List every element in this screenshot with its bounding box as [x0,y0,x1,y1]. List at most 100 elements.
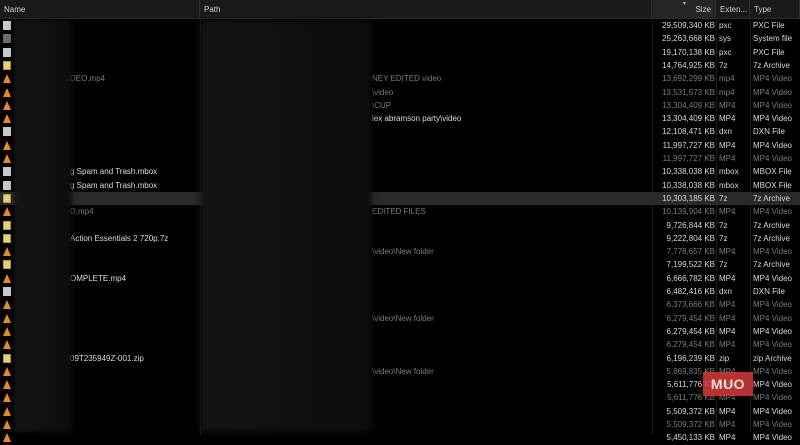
file-size-cell: 13,531,573 KB [662,87,715,97]
vlc-icon [3,114,11,124]
column-header: Name Path ▼ Size Exten... Type [0,0,800,19]
vlc-icon [3,140,11,150]
table-row[interactable]: 7,199,522 KB 7z 7z Archive [0,258,800,271]
file-size-cell: 9,726,844 KB [666,220,715,230]
file-extension-cell: MP4 [719,247,736,257]
table-row[interactable]: 5,611,776 KBMP4MP4 Video [0,391,800,404]
file-type-cell: MP4 Video [753,74,792,84]
table-row[interactable]: 19,170,138 KB pxc PXC File [0,46,800,59]
file-size-cell: 13,692,299 KB [662,74,715,84]
file-size-cell: 6,279,454 KB [666,313,715,323]
file-path-cell: \video [372,87,394,97]
table-row[interactable]: 6,279,454 KB MP4 MP4 Video [0,338,800,351]
column-header-name[interactable]: Name [0,0,200,18]
file-type-cell: MP4 Video [753,340,792,350]
document-icon [3,287,11,296]
file-type-cell: MP4 Video [753,380,792,390]
file-name-cell: 09T235949Z-001.zip [70,353,144,363]
table-row[interactable]: 5,611,776 KBMP4MP4 Video [0,378,800,391]
file-size-cell: 5,509,372 KB [666,406,715,416]
table-row[interactable]: \video 13,531,573 KB mp4 MP4 Video [0,86,800,99]
vlc-icon [3,313,11,323]
file-extension-cell: MP4 [719,114,736,124]
column-header-extension[interactable]: Exten... [716,0,750,18]
file-type-cell: MP4 Video [753,420,792,429]
column-header-size[interactable]: ▼ Size [652,0,716,18]
file-type-cell: MP4 Video [753,154,792,163]
table-row[interactable]: lex abramson party\video 13,304,409 KB MP4… [0,112,800,125]
file-type-cell: MP4 Video [753,247,792,257]
column-header-path[interactable]: Path [200,0,652,18]
table-row[interactable]: Action Essentials 2 720p.7z 9,222,804 KB 7… [0,232,800,245]
file-type-cell: MP4 Video [753,326,792,336]
table-row[interactable]: 29,509,340 KB pxc PXC File [0,19,800,32]
file-name-cell: OMPLETE.mp4 [70,273,127,283]
file-extension-cell: MP4 [719,433,736,443]
file-type-cell: 7z Archive [753,260,790,270]
file-type-cell: MP4 Video [753,114,792,124]
table-row[interactable]: 6,482,416 KB dxn DXN File [0,285,800,298]
table-row[interactable]: 10,303,185 KB 7z 7z Archive [0,191,800,206]
document-dark-icon [3,34,11,44]
file-extension-cell: mbox [719,180,739,190]
table-row[interactable]: 5,509,372 KB MP4 MP4 Video [0,418,800,431]
table-row[interactable]: 11,997,727 KB MP4 MP4 Video [0,152,800,165]
archive-icon [3,260,11,270]
file-type-cell: PXC File [753,47,785,57]
document-icon [3,47,11,57]
table-row[interactable]: 25,263,668 KB sys System file [0,32,800,45]
file-extension-cell: MP4 [719,340,736,350]
file-extension-cell: MP4 [719,406,736,416]
file-size-cell: 10,303,185 KB [662,193,715,203]
file-type-cell: zip Archive [753,353,792,363]
table-row[interactable]: OMPLETE.mp4 6,666,782 KB MP4 MP4 Video [0,272,800,285]
table-row[interactable]: \video\New folder 6,279,454 KB MP4 MP4 Vide… [0,312,800,325]
file-type-cell: 7z Archive [753,233,790,243]
table-row[interactable]: 11,997,727 KB MP4 MP4 Video [0,139,800,152]
file-extension-cell: pxc [719,21,732,30]
file-path-cell: NEY EDITED video [372,74,442,84]
file-path-cell: lex abramson party\video [372,114,462,124]
archive-icon [3,233,11,243]
table-row[interactable]: 6,279,454 KB MP4 MP4 Video [0,325,800,338]
table-row[interactable]: \video\New folder 7,778,657 KB MP4 MP4 Vide… [0,245,800,258]
table-row[interactable]: 6,373,666 KB MP4 MP4 Video [0,298,800,311]
document-icon [3,21,11,30]
file-extension-cell: mbox [719,167,739,177]
column-header-type[interactable]: Type [750,0,800,18]
table-row[interactable]: D.mp4 EDITED FILES 10,139,904 KB MP4 MP4 Vid… [0,205,800,218]
file-path-cell: \video\New folder [372,247,434,257]
file-extension-cell: MP4 [719,140,736,150]
file-name-cell: D.mp4 [70,207,94,217]
vlc-icon [3,74,11,84]
vlc-icon [3,87,11,97]
vlc-icon [3,273,11,283]
file-size-cell: 10,338,038 KB [662,167,715,177]
table-row[interactable]: 5,509,372 KB MP4 MP4 Video [0,405,800,418]
vlc-icon [3,326,11,336]
table-row[interactable]: 14,764,925 KB 7z 7z Archive [0,59,800,72]
table-row[interactable]: g Spam and Trash.mbox 10,338,038 KB mbox MB… [0,179,800,192]
file-size-cell: 6,666,782 KB [666,273,715,283]
file-size-cell: 12,108,471 KB [662,127,715,137]
file-extension-cell: MP4 [719,313,736,323]
table-row[interactable]: 12,108,471 KB dxn DXN File [0,125,800,138]
file-size-cell: 25,263,668 KB [662,34,715,44]
file-size-cell: 6,279,454 KB [666,340,715,350]
table-row[interactable]: g Spam and Trash.mbox 10,338,038 KB mbox MB… [0,165,800,178]
vlc-icon [3,393,11,403]
table-row[interactable]: 09T235949Z-001.zip 6,196,239 KB zip zip Arc… [0,352,800,365]
table-row[interactable]: 5,450,133 KB MP4 MP4 Video [0,431,800,444]
file-extension-cell: MP4 [719,207,736,217]
table-row[interactable]: DEO.mp4 NEY EDITED video 13,692,299 KB mp4 M… [0,72,800,85]
table-row[interactable]: 9,726,844 KB 7z 7z Archive [0,219,800,232]
table-row[interactable]: \video\New folder5,869,835 KBMP4MP4 Vide… [0,365,800,378]
file-type-cell: MBOX File [753,180,792,190]
archive-icon [3,193,11,203]
file-type-cell: MP4 Video [753,366,792,376]
file-size-cell: 10,139,904 KB [662,207,715,217]
table-row[interactable]: \CUP 13,304,409 KB MP4 MP4 Video [0,99,800,112]
file-type-cell: DXN File [753,287,786,296]
file-extension-cell: zip [719,353,730,363]
vlc-icon [3,207,11,217]
